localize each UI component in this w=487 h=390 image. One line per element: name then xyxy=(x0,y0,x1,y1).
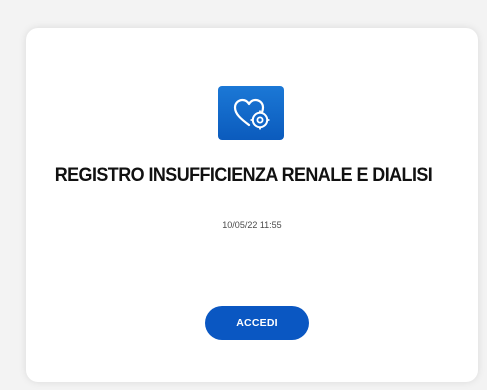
heart-gear-icon-glyph xyxy=(233,98,270,130)
registry-title: REGISTRO INSUFFICIENZA RENALE E DIALISI xyxy=(54,164,433,186)
page-background: REGISTRO INSUFFICIENZA RENALE E DIALISI … xyxy=(0,0,487,390)
accedi-button[interactable]: ACCEDI xyxy=(205,306,309,340)
last-updated-timestamp: 10/05/22 11:55 xyxy=(222,220,282,230)
heart-gear-icon xyxy=(218,86,284,140)
